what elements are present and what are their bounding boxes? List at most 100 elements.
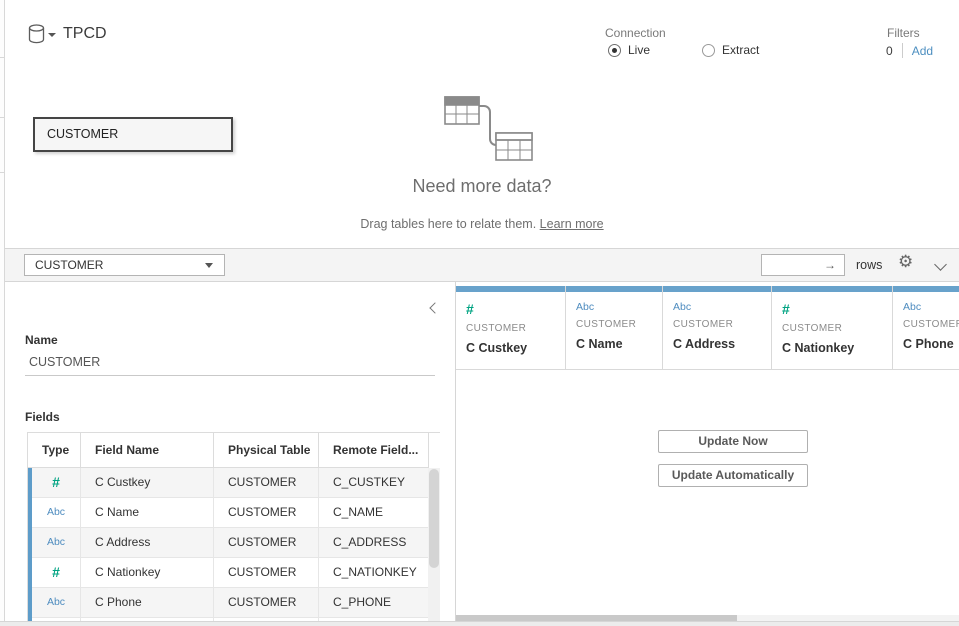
number-type-icon: #	[466, 301, 557, 317]
extract-radio-icon[interactable]	[702, 44, 715, 57]
canvas-table-customer[interactable]: CUSTOMER	[33, 117, 233, 152]
radio-extract[interactable]: Extract	[702, 43, 759, 57]
number-type-icon: #	[32, 558, 81, 588]
remote-field-cell: C_ADDRESS	[319, 528, 429, 558]
remote-field-cell: C_CUSTKEY	[319, 468, 429, 498]
column-field-name: C Address	[673, 337, 763, 351]
name-input[interactable]: CUSTOMER	[29, 355, 429, 369]
database-icon[interactable]	[28, 24, 45, 47]
add-filter-link[interactable]: Add	[912, 44, 933, 58]
name-input-underline	[25, 375, 435, 376]
update-now-button[interactable]: Update Now	[658, 430, 808, 453]
live-radio-label: Live	[628, 43, 650, 57]
column-field-name: C Phone	[903, 337, 959, 351]
extract-radio-label: Extract	[722, 43, 759, 57]
field-name-cell: C Name	[81, 498, 214, 528]
number-type-icon: #	[782, 301, 884, 317]
table-row[interactable]: Abc C Address CUSTOMER C_ADDRESS	[32, 528, 440, 558]
grid-column-headers: # CUSTOMER C Custkey Abc CUSTOMER C Name…	[456, 286, 959, 369]
table-row[interactable]: # C Custkey CUSTOMER C_CUSTKEY	[32, 468, 440, 498]
column-field-name: C Nationkey	[782, 341, 884, 355]
pane-tick	[0, 117, 5, 118]
string-type-icon: Abc	[903, 301, 959, 313]
relate-tables-icon	[437, 93, 537, 166]
drag-tables-hint: Drag tables here to relate them. Learn m…	[262, 217, 702, 231]
grid-column-c-nationkey[interactable]: # CUSTOMER C Nationkey	[772, 286, 893, 369]
col-header-type[interactable]: Type	[28, 433, 81, 468]
update-automatically-button[interactable]: Update Automatically	[658, 464, 808, 487]
drag-tables-text: Drag tables here to relate them.	[360, 217, 536, 231]
filters-divider	[902, 43, 903, 58]
table-selector-value: CUSTOMER	[35, 258, 103, 272]
field-name-cell: C Address	[81, 528, 214, 558]
live-radio-icon[interactable]	[608, 44, 621, 57]
tableau-datasource-page: TPCD Connection Live Extract Filters 0 A…	[0, 0, 959, 626]
radio-live[interactable]: Live	[608, 43, 650, 57]
fields-label: Fields	[25, 410, 60, 424]
col-header-field-name[interactable]: Field Name	[81, 433, 214, 468]
connection-options: Live Extract	[608, 43, 759, 57]
data-preview-grid: # CUSTOMER C Custkey Abc CUSTOMER C Name…	[456, 282, 959, 621]
string-type-icon: Abc	[32, 528, 81, 558]
fields-table-header: Type Field Name Physical Table Remote Fi…	[28, 433, 440, 468]
column-table-name: CUSTOMER	[673, 319, 763, 330]
scrollbar-thumb[interactable]	[429, 469, 439, 568]
connection-label: Connection	[605, 26, 666, 40]
field-metadata-panel: Name CUSTOMER Fields Type Field Name Phy…	[5, 282, 456, 621]
gear-icon[interactable]: ⚙	[898, 252, 913, 272]
collapse-panel-icon[interactable]	[429, 302, 440, 313]
table-selector-dropdown[interactable]: CUSTOMER	[24, 254, 225, 276]
string-type-icon: Abc	[673, 301, 763, 313]
filters-label: Filters	[887, 26, 920, 40]
need-more-data-title: Need more data?	[332, 176, 632, 197]
dropdown-caret-icon	[205, 263, 213, 268]
name-label: Name	[25, 333, 58, 347]
datasource-title[interactable]: TPCD	[63, 25, 107, 43]
table-row[interactable]: Abc C Phone CUSTOMER C_PHONE	[32, 588, 440, 618]
table-row[interactable]: Abc C Name CUSTOMER C_NAME	[32, 498, 440, 528]
grid-toolbar: CUSTOMER → rows ⚙	[5, 248, 959, 282]
grid-column-c-custkey[interactable]: # CUSTOMER C Custkey	[456, 286, 566, 369]
remote-field-cell: C_NAME	[319, 498, 429, 528]
filters-count: 0	[886, 44, 893, 58]
col-header-physical-table[interactable]: Physical Table	[214, 433, 319, 468]
grid-column-c-name[interactable]: Abc CUSTOMER C Name	[566, 286, 663, 369]
fields-table-scrollbar[interactable]	[428, 468, 440, 621]
physical-table-cell: CUSTOMER	[214, 468, 319, 498]
pane-tick	[0, 172, 5, 173]
column-field-name: C Name	[576, 337, 654, 351]
field-name-cell: C Custkey	[81, 468, 214, 498]
field-name-cell: C Nationkey	[81, 558, 214, 588]
physical-table-cell: CUSTOMER	[214, 588, 319, 618]
filters-row: 0 Add	[886, 43, 933, 58]
string-type-icon: Abc	[32, 588, 81, 618]
column-field-name: C Custkey	[466, 341, 557, 355]
database-menu-caret-icon[interactable]	[48, 33, 56, 37]
remote-field-cell: C_NATIONKEY	[319, 558, 429, 588]
string-type-icon: Abc	[576, 301, 654, 313]
number-type-icon: #	[32, 468, 81, 498]
rows-label: rows	[856, 258, 882, 272]
physical-table-cell: CUSTOMER	[214, 558, 319, 588]
remote-field-cell: C_PHONE	[319, 588, 429, 618]
grid-header-border	[456, 369, 959, 370]
grid-column-c-address[interactable]: Abc CUSTOMER C Address	[663, 286, 772, 369]
field-name-cell: C Phone	[81, 588, 214, 618]
window-bottom-edge	[0, 621, 959, 626]
column-table-name: CUSTOMER	[782, 323, 884, 334]
selected-table-stripe	[28, 468, 32, 621]
chevron-down-icon[interactable]	[934, 258, 947, 271]
learn-more-link[interactable]: Learn more	[540, 217, 604, 231]
col-header-remote-field[interactable]: Remote Field...	[319, 433, 429, 468]
column-table-name: CUSTOMER	[903, 319, 959, 330]
fields-table: Type Field Name Physical Table Remote Fi…	[27, 432, 440, 621]
table-row[interactable]: # C Nationkey CUSTOMER C_NATIONKEY	[32, 558, 440, 588]
column-table-name: CUSTOMER	[466, 323, 557, 334]
grid-column-c-phone[interactable]: Abc CUSTOMER C Phone	[893, 286, 959, 369]
physical-table-cell: CUSTOMER	[214, 498, 319, 528]
physical-table-cell: CUSTOMER	[214, 528, 319, 558]
rows-count-input[interactable]: →	[761, 254, 845, 276]
arrow-right-icon: →	[824, 258, 836, 272]
collapsed-connections-pane[interactable]	[0, 0, 5, 626]
column-table-name: CUSTOMER	[576, 319, 654, 330]
